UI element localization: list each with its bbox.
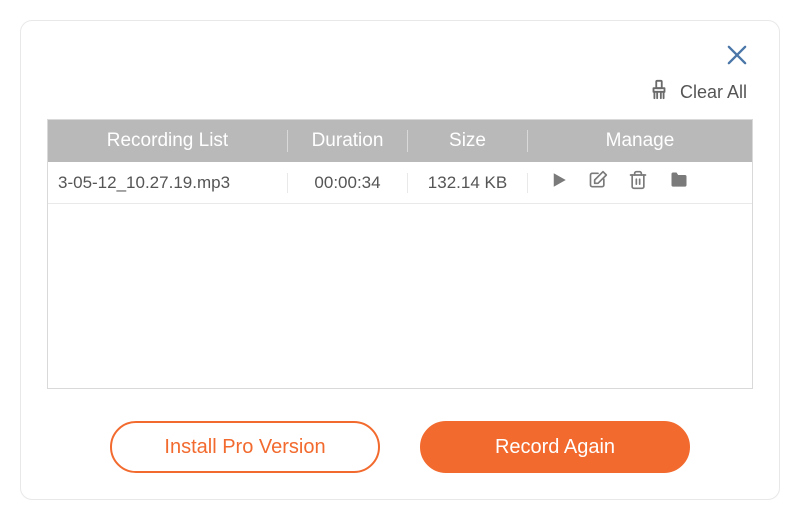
delete-button[interactable] [628, 170, 648, 195]
install-pro-button[interactable]: Install Pro Version [110, 421, 380, 473]
header-duration: Duration [288, 130, 408, 152]
trash-icon [628, 170, 648, 190]
edit-button[interactable] [588, 170, 608, 195]
open-folder-button[interactable] [668, 170, 690, 195]
cell-filename: 3-05-12_10.27.19.mp3 [48, 173, 288, 193]
footer: Install Pro Version Record Again [47, 421, 753, 473]
header-recording-list: Recording List [48, 130, 288, 152]
header-size: Size [408, 130, 528, 152]
folder-icon [668, 170, 690, 190]
table-header: Recording List Duration Size Manage [48, 120, 752, 162]
manage-icons [528, 170, 752, 195]
clear-all-label[interactable]: Clear All [680, 82, 747, 103]
play-icon [550, 171, 568, 189]
play-button[interactable] [550, 171, 568, 194]
cell-duration: 00:00:34 [288, 173, 408, 193]
close-button[interactable] [721, 39, 753, 76]
recording-list-panel: Clear All Recording List Duration Size M… [20, 20, 780, 500]
table-row[interactable]: 3-05-12_10.27.19.mp3 00:00:34 132.14 KB [48, 162, 752, 204]
header-manage: Manage [528, 130, 752, 152]
recording-table: Recording List Duration Size Manage 3-05… [47, 119, 753, 389]
clear-all-button[interactable] [648, 79, 670, 106]
close-row [47, 39, 753, 75]
cell-size: 132.14 KB [408, 173, 528, 193]
toolbar: Clear All [47, 75, 753, 109]
edit-icon [588, 170, 608, 190]
brush-icon [648, 79, 670, 101]
close-icon [723, 41, 751, 69]
cell-manage [528, 170, 752, 195]
record-again-button[interactable]: Record Again [420, 421, 690, 473]
